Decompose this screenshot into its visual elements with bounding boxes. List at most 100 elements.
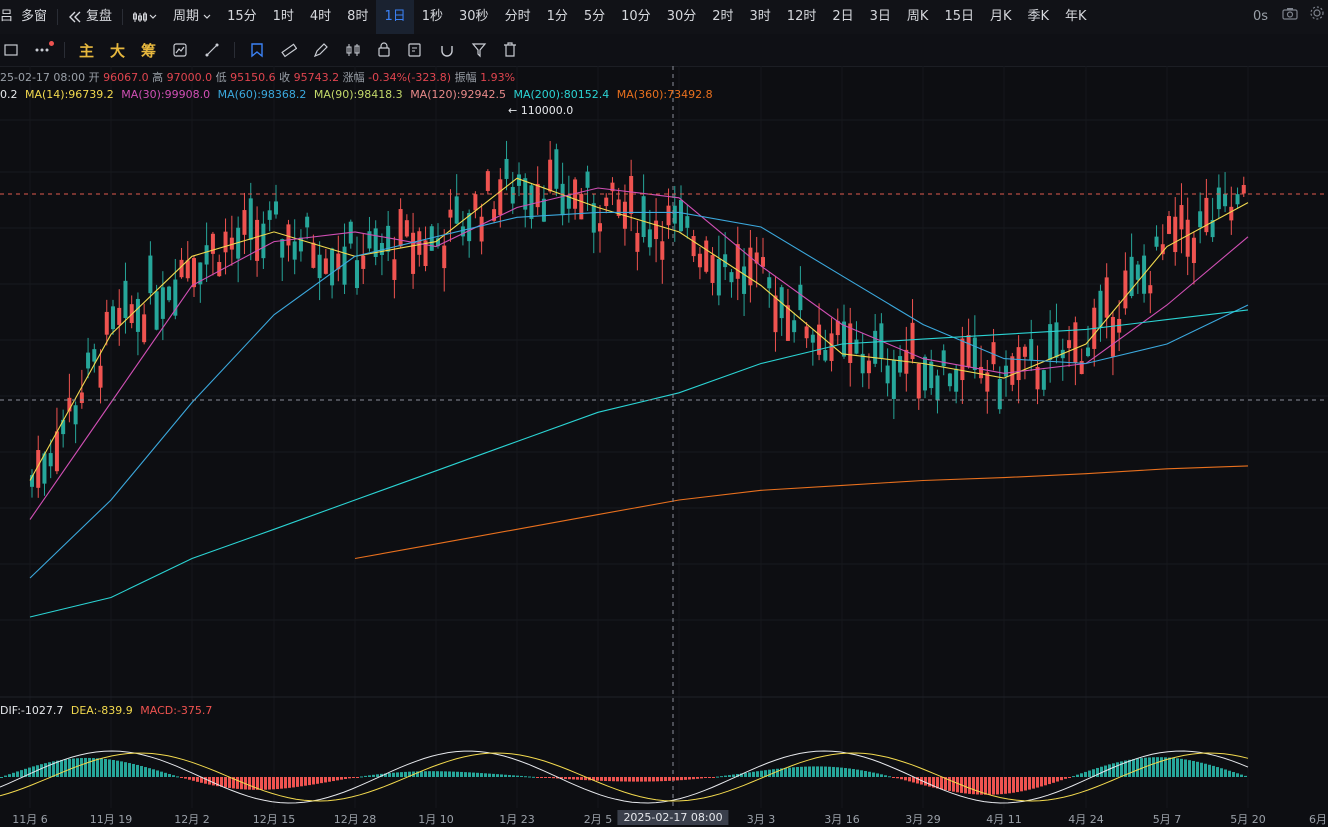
lock-tool-button[interactable] bbox=[369, 34, 399, 66]
period-dropdown[interactable]: 周期 bbox=[165, 0, 219, 34]
layout-label[interactable]: 吕 bbox=[0, 0, 21, 34]
chart-type-button[interactable] bbox=[125, 0, 165, 34]
period-1h[interactable]: 1时 bbox=[265, 0, 302, 34]
bookmark-icon bbox=[251, 43, 263, 58]
macd-bar bbox=[972, 777, 975, 795]
macd-bar bbox=[1036, 777, 1039, 788]
period-12h[interactable]: 12时 bbox=[779, 0, 825, 34]
candle-body bbox=[1041, 370, 1046, 390]
filter-button[interactable] bbox=[463, 34, 495, 66]
macd-bar bbox=[16, 771, 19, 777]
period-4h[interactable]: 4时 bbox=[302, 0, 339, 34]
period-1d[interactable]: 1日 bbox=[376, 0, 414, 34]
text-tool-button[interactable] bbox=[399, 34, 431, 66]
macd-bar bbox=[956, 777, 959, 793]
macd-bar bbox=[480, 773, 483, 777]
period-1mo[interactable]: 月K bbox=[982, 0, 1020, 34]
replay-button[interactable]: 复盘 bbox=[60, 0, 120, 34]
delete-drawings-button[interactable] bbox=[495, 34, 525, 66]
kline-chart[interactable]: ← 110000.0 bbox=[0, 66, 1328, 808]
candle-body bbox=[517, 174, 521, 186]
indicator-toggle-button[interactable] bbox=[164, 34, 196, 66]
magnet-tool-button[interactable] bbox=[431, 34, 463, 66]
main-indicator-button[interactable]: 主 bbox=[71, 34, 102, 66]
macd-bar bbox=[296, 777, 299, 787]
macd-bar bbox=[444, 771, 447, 777]
candle-body bbox=[1035, 367, 1040, 390]
period-15d[interactable]: 15日 bbox=[936, 0, 982, 34]
ma-legend-item: 0.2 bbox=[0, 88, 18, 101]
period-30s[interactable]: 30秒 bbox=[451, 0, 497, 34]
macd-bar bbox=[352, 777, 355, 778]
period-quarter[interactable]: 季K bbox=[1020, 0, 1058, 34]
macd-bar bbox=[676, 777, 679, 781]
fullscreen-button[interactable] bbox=[0, 34, 26, 66]
macd-bar bbox=[388, 773, 391, 777]
period-1s[interactable]: 1秒 bbox=[414, 0, 451, 34]
period-8h[interactable]: 8时 bbox=[339, 0, 376, 34]
macd-bar bbox=[824, 766, 827, 777]
screenshot-button[interactable] bbox=[1276, 0, 1304, 34]
annotation-tool-button[interactable] bbox=[241, 34, 273, 66]
macd-bar bbox=[684, 777, 687, 780]
candle-body bbox=[966, 335, 971, 368]
more-button[interactable] bbox=[26, 34, 58, 66]
low-value: 95150.6 bbox=[230, 71, 276, 84]
period-2d[interactable]: 2日 bbox=[824, 0, 861, 34]
macd-bar bbox=[968, 777, 971, 794]
x-tick-label: 11月 19 bbox=[89, 813, 133, 826]
period-3h[interactable]: 3时 bbox=[742, 0, 779, 34]
macd-bar bbox=[180, 777, 183, 778]
period-label: 周期 bbox=[173, 9, 200, 24]
period-1w[interactable]: 周K bbox=[899, 0, 937, 34]
candle-body bbox=[585, 171, 590, 188]
ma-legend-item: MA(60):98368.2 bbox=[217, 88, 307, 101]
macd-bar bbox=[328, 777, 331, 782]
candle-body bbox=[598, 223, 602, 232]
ruler-tool-button[interactable] bbox=[273, 34, 305, 66]
macd-bar bbox=[1188, 760, 1191, 777]
settings-button[interactable] bbox=[1304, 0, 1328, 34]
candle-body bbox=[1216, 187, 1221, 210]
candle-body bbox=[885, 365, 890, 384]
period-year[interactable]: 年K bbox=[1057, 0, 1095, 34]
macd-bar bbox=[796, 767, 799, 777]
candle-body bbox=[873, 330, 878, 364]
macd-bar bbox=[1204, 763, 1207, 777]
macd-bar bbox=[284, 777, 287, 789]
macd-bar bbox=[28, 767, 31, 777]
macd-bar bbox=[700, 777, 703, 779]
x-axis: 11月 6 11月 19 12月 2 12月 15 12月 28 1月 10 1… bbox=[0, 808, 1328, 826]
macd-bar bbox=[1040, 777, 1043, 787]
chevron-down-icon bbox=[149, 14, 157, 19]
candle-tool-button[interactable] bbox=[337, 34, 369, 66]
period-10m[interactable]: 10分 bbox=[613, 0, 659, 34]
period-2h[interactable]: 2时 bbox=[704, 0, 741, 34]
candle-body bbox=[479, 216, 484, 242]
candle-body bbox=[591, 203, 596, 233]
macd-legend: DIF:-1027.7 DEA:-839.9 MACD:-375.7 bbox=[0, 704, 212, 717]
period-3d[interactable]: 3日 bbox=[862, 0, 899, 34]
pen-tool-button[interactable] bbox=[305, 34, 337, 66]
period-15m[interactable]: 15分 bbox=[219, 0, 265, 34]
period-30m[interactable]: 30分 bbox=[659, 0, 705, 34]
period-5m[interactable]: 5分 bbox=[576, 0, 613, 34]
candle-body bbox=[317, 254, 322, 279]
draw-tool-button[interactable] bbox=[196, 34, 228, 66]
macd-bar bbox=[512, 775, 515, 777]
candle-body bbox=[810, 334, 815, 343]
macd-bar bbox=[1220, 768, 1223, 777]
period-1m[interactable]: 1分 bbox=[539, 0, 576, 34]
period-timeshare[interactable]: 分时 bbox=[497, 0, 539, 34]
high-value: 97000.0 bbox=[166, 71, 213, 84]
big-order-button[interactable]: 大 bbox=[102, 34, 133, 66]
replay-label: 复盘 bbox=[86, 9, 113, 24]
candle-body bbox=[1198, 211, 1203, 228]
low-label: 低 bbox=[215, 71, 227, 84]
chips-button[interactable]: 筹 bbox=[133, 34, 164, 66]
macd-bar bbox=[1060, 777, 1063, 781]
macd-bar bbox=[176, 776, 179, 778]
notification-dot bbox=[49, 41, 54, 46]
multi-window-button[interactable]: 多窗 bbox=[21, 0, 55, 34]
macd-bar bbox=[204, 777, 207, 784]
